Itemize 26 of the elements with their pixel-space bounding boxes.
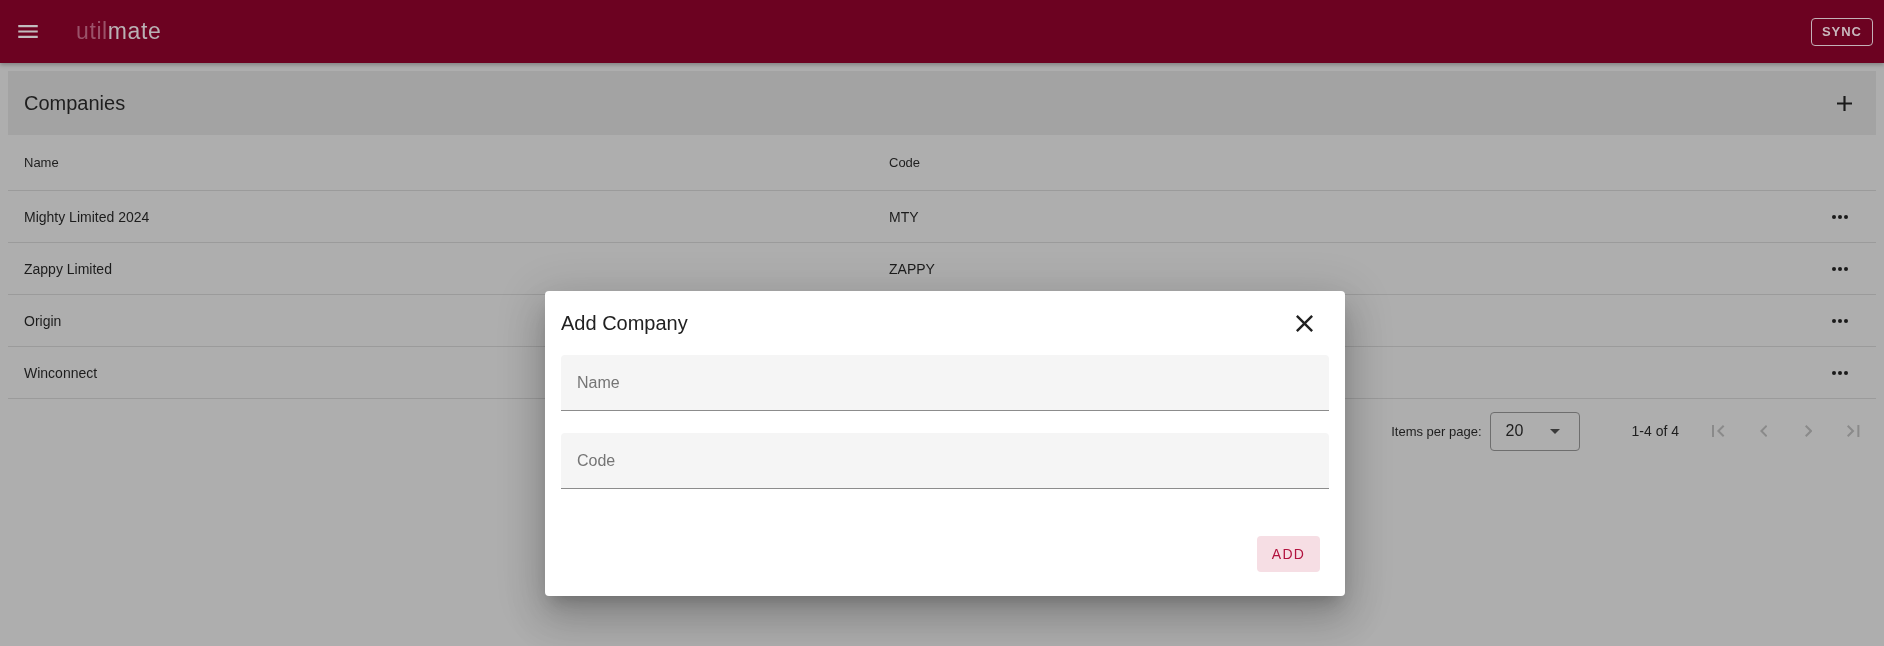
page-size-select[interactable]: 20 — [1489, 411, 1580, 451]
table-cell: Zappy Limited — [24, 260, 112, 277]
column-header: Name — [24, 155, 59, 170]
dialog-title: Add Company — [561, 311, 688, 335]
text-field[interactable]: Name — [561, 355, 1329, 411]
add-icon[interactable] — [1837, 95, 1852, 111]
table-cell: Mighty Limited 2024 — [24, 208, 150, 225]
table-cell: Origin — [24, 312, 62, 329]
menu-icon[interactable] — [18, 25, 38, 38]
more-icon[interactable] — [1832, 266, 1848, 271]
logo: utilmate — [76, 20, 162, 43]
column-header: Code — [889, 155, 921, 170]
close-icon[interactable] — [1296, 314, 1313, 332]
more-icon[interactable] — [1832, 318, 1848, 323]
range-label: 1-4 of 4 — [1631, 423, 1679, 439]
table-cell: ZAPPY — [889, 260, 935, 277]
more-icon[interactable] — [1832, 370, 1848, 375]
items-per-page-label: Items per page: — [1391, 423, 1482, 439]
page-title: Companies — [24, 91, 126, 115]
table-cell: MTY — [889, 208, 919, 225]
table-cell: Winconnect — [24, 364, 98, 381]
sync-button[interactable]: SYNC — [1810, 17, 1873, 46]
caret-icon — [1549, 428, 1560, 434]
more-icon[interactable] — [1832, 214, 1848, 219]
text-field[interactable]: Code — [561, 433, 1329, 489]
add-button[interactable]: ADD — [1257, 536, 1320, 572]
